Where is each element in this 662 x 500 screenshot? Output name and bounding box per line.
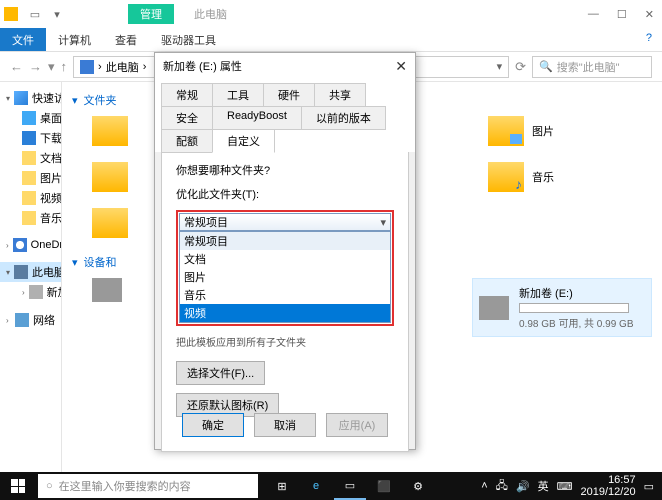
- tab-quota[interactable]: 配额: [161, 129, 213, 153]
- sidebar-downloads[interactable]: 下载: [0, 128, 61, 148]
- store-icon[interactable]: ⬛: [368, 472, 400, 500]
- properties-dialog: 新加卷 (E:) 属性 ✕ 常规 工具 硬件 共享 安全 ReadyBoost …: [154, 52, 416, 450]
- dialog-close-button[interactable]: ✕: [395, 58, 407, 75]
- sidebar-network[interactable]: ›网络: [0, 310, 61, 330]
- context-tab[interactable]: 管理: [128, 4, 174, 24]
- folder-icon: [92, 208, 128, 238]
- tab-security[interactable]: 安全: [161, 106, 213, 130]
- choose-file-button[interactable]: 选择文件(F)...: [176, 361, 265, 385]
- combo-option-videos[interactable]: 视频: [180, 304, 390, 322]
- tray-up-icon[interactable]: ˄: [481, 480, 487, 492]
- sidebar-desktop[interactable]: 桌面: [0, 108, 61, 128]
- drive-label: 新加卷 (E:): [519, 285, 634, 301]
- combo-option-pictures[interactable]: 图片: [180, 268, 390, 286]
- folder-item[interactable]: [92, 208, 128, 238]
- navigation-sidebar: ▾快速访问 桌面 下载 文档 图片 视频 音乐 ›OneDrive ▾此电脑 ›…: [0, 82, 62, 472]
- combo-option-music[interactable]: 音乐: [180, 286, 390, 304]
- tab-readyboost[interactable]: ReadyBoost: [212, 106, 302, 130]
- sidebar-videos[interactable]: 视频: [0, 188, 61, 208]
- tray-notifications-icon[interactable]: ▭: [644, 480, 654, 493]
- sidebar-onedrive[interactable]: ›OneDrive: [0, 236, 61, 254]
- tab-hardware[interactable]: 硬件: [263, 83, 315, 107]
- ribbon-file-tab[interactable]: 文件: [0, 28, 46, 51]
- ribbon-tab-computer[interactable]: 计算机: [46, 28, 103, 51]
- ok-button[interactable]: 确定: [182, 413, 244, 437]
- ribbon-help-icon[interactable]: ?: [636, 28, 662, 51]
- sidebar-newvolume[interactable]: ›新加卷 (E:): [0, 282, 61, 302]
- drive-icon: [479, 296, 509, 320]
- close-button[interactable]: ✕: [645, 8, 654, 21]
- pc-icon: [80, 60, 94, 74]
- nav-recent-button[interactable]: ▾: [48, 59, 55, 75]
- tab-sharing[interactable]: 共享: [314, 83, 366, 107]
- nav-back-button[interactable]: ←: [10, 59, 23, 74]
- drive-icon: [92, 278, 122, 302]
- drive-newvolume[interactable]: 新加卷 (E:) 0.98 GB 可用, 共 0.99 GB: [472, 278, 652, 337]
- folder-type-combobox[interactable]: 常规项目: [179, 213, 391, 231]
- window-titlebar: ▭ ▾ 管理 此电脑 — ☐ ✕: [0, 0, 662, 28]
- taskbar: ○在这里输入你要搜索的内容 ⊞ e ▭ ⬛ ⚙ ˄ 🖧 🔊 英 ⌨ 16:572…: [0, 472, 662, 500]
- sidebar-quick-access[interactable]: ▾快速访问: [0, 88, 61, 108]
- combobox-dropdown: 常规项目 文档 图片 音乐 视频: [179, 231, 391, 323]
- dialog-body: 你想要哪种文件夹? 优化此文件夹(T): 常规项目 常规项目 文档 图片 音乐 …: [161, 152, 409, 452]
- sidebar-thispc[interactable]: ▾此电脑: [0, 262, 61, 282]
- sidebar-pictures[interactable]: 图片: [0, 168, 61, 188]
- edge-icon[interactable]: e: [300, 472, 332, 500]
- folder-icon: [92, 162, 128, 192]
- tray-ime[interactable]: 英: [538, 478, 549, 494]
- combo-option-documents[interactable]: 文档: [180, 250, 390, 268]
- tray-keyboard-icon[interactable]: ⌨: [557, 480, 573, 493]
- nav-up-button[interactable]: ↑: [61, 59, 68, 74]
- folder-icon: [92, 116, 128, 146]
- tray-volume-icon[interactable]: 🔊: [516, 480, 530, 493]
- app-logo-icon: [4, 7, 18, 21]
- folder-item[interactable]: [92, 162, 128, 192]
- tab-general[interactable]: 常规: [161, 83, 213, 107]
- tab-tools[interactable]: 工具: [212, 83, 264, 107]
- search-input[interactable]: 🔍搜索"此电脑": [532, 56, 652, 78]
- nav-forward-button[interactable]: →: [29, 59, 42, 74]
- task-view-button[interactable]: ⊞: [266, 472, 298, 500]
- tray-network-icon[interactable]: 🖧: [496, 477, 508, 496]
- dialog-tabs: 常规 工具 硬件 共享 安全 ReadyBoost 以前的版本 配额 自定义: [155, 79, 415, 152]
- apply-button[interactable]: 应用(A): [326, 413, 388, 437]
- sidebar-music[interactable]: 音乐: [0, 208, 61, 228]
- breadcrumb[interactable]: 此电脑: [106, 59, 139, 75]
- folder-item[interactable]: [92, 116, 128, 146]
- folder-type-combobox-highlighted: 常规项目 常规项目 文档 图片 音乐 视频: [176, 210, 394, 326]
- pictures-icon: [488, 116, 524, 146]
- minimize-button[interactable]: —: [588, 8, 599, 21]
- cancel-button[interactable]: 取消: [254, 413, 316, 437]
- explorer-icon[interactable]: ▭: [334, 472, 366, 500]
- combo-option-general[interactable]: 常规项目: [180, 232, 390, 250]
- ribbon-tab-view[interactable]: 查看: [103, 28, 149, 51]
- drive-info: 0.98 GB 可用, 共 0.99 GB: [519, 315, 634, 330]
- qat-dropdown-icon[interactable]: ▾: [46, 3, 68, 25]
- sidebar-documents[interactable]: 文档: [0, 148, 61, 168]
- optimize-label: 优化此文件夹(T):: [176, 186, 394, 202]
- window-title: 此电脑: [194, 6, 227, 22]
- maximize-button[interactable]: ☐: [617, 8, 627, 21]
- refresh-button[interactable]: ⟳: [515, 59, 526, 75]
- start-button[interactable]: [0, 472, 36, 500]
- tray-clock[interactable]: 16:572019/12/20: [581, 474, 636, 498]
- tab-previous[interactable]: 以前的版本: [301, 106, 386, 130]
- ribbon-tabs: 文件 计算机 查看 驱动器工具 ?: [0, 28, 662, 52]
- folder-music[interactable]: 音乐: [488, 162, 554, 192]
- ribbon-tab-drivetools[interactable]: 驱动器工具: [149, 28, 228, 51]
- settings-icon[interactable]: ⚙: [402, 472, 434, 500]
- tab-customize[interactable]: 自定义: [212, 129, 275, 153]
- system-tray: ˄ 🖧 🔊 英 ⌨ 16:572019/12/20 ▭: [481, 474, 662, 498]
- apply-subfolders-text: 把此模板应用到所有子文件夹: [176, 334, 394, 349]
- dialog-question: 你想要哪种文件夹?: [176, 162, 394, 178]
- folder-pictures[interactable]: 图片: [488, 116, 554, 146]
- drive-usage-bar: [519, 303, 629, 313]
- dialog-titlebar[interactable]: 新加卷 (E:) 属性 ✕: [155, 53, 415, 79]
- qat-properties-icon[interactable]: ▭: [24, 3, 46, 25]
- taskbar-search[interactable]: ○在这里输入你要搜索的内容: [38, 474, 258, 498]
- dialog-title: 新加卷 (E:) 属性: [163, 58, 242, 74]
- music-icon: [488, 162, 524, 192]
